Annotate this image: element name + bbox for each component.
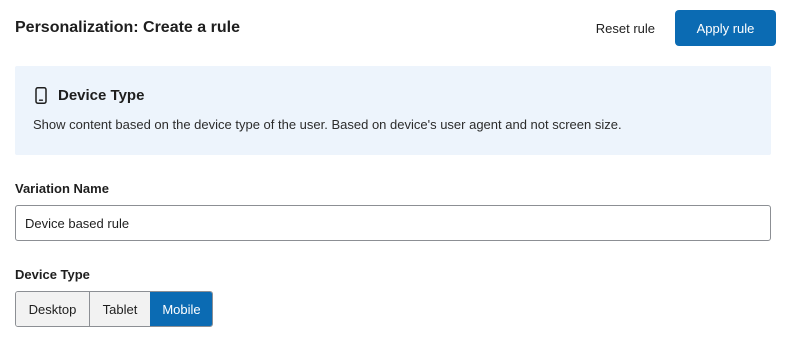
variation-name-label: Variation Name: [15, 181, 109, 196]
header: Personalization: Create a rule Reset rul…: [15, 10, 776, 46]
header-actions: Reset rule Apply rule: [596, 10, 776, 46]
mobile-device-icon: [35, 87, 47, 104]
device-option-desktop[interactable]: Desktop: [16, 292, 89, 326]
rule-editor-page: Personalization: Create a rule Reset rul…: [0, 0, 793, 346]
device-type-label: Device Type: [15, 267, 90, 282]
rule-info-panel: Device Type Show content based on the de…: [15, 66, 771, 155]
reset-rule-button[interactable]: Reset rule: [596, 21, 655, 36]
info-title: Device Type: [58, 87, 145, 104]
info-heading: Device Type: [35, 87, 144, 104]
device-option-mobile[interactable]: Mobile: [150, 292, 212, 326]
apply-rule-button[interactable]: Apply rule: [675, 10, 776, 46]
device-option-tablet[interactable]: Tablet: [89, 292, 150, 326]
device-type-selector: Desktop Tablet Mobile: [15, 291, 213, 327]
info-description: Show content based on the device type of…: [33, 117, 622, 132]
variation-name-input[interactable]: [15, 205, 771, 241]
page-title: Personalization: Create a rule: [15, 19, 240, 36]
